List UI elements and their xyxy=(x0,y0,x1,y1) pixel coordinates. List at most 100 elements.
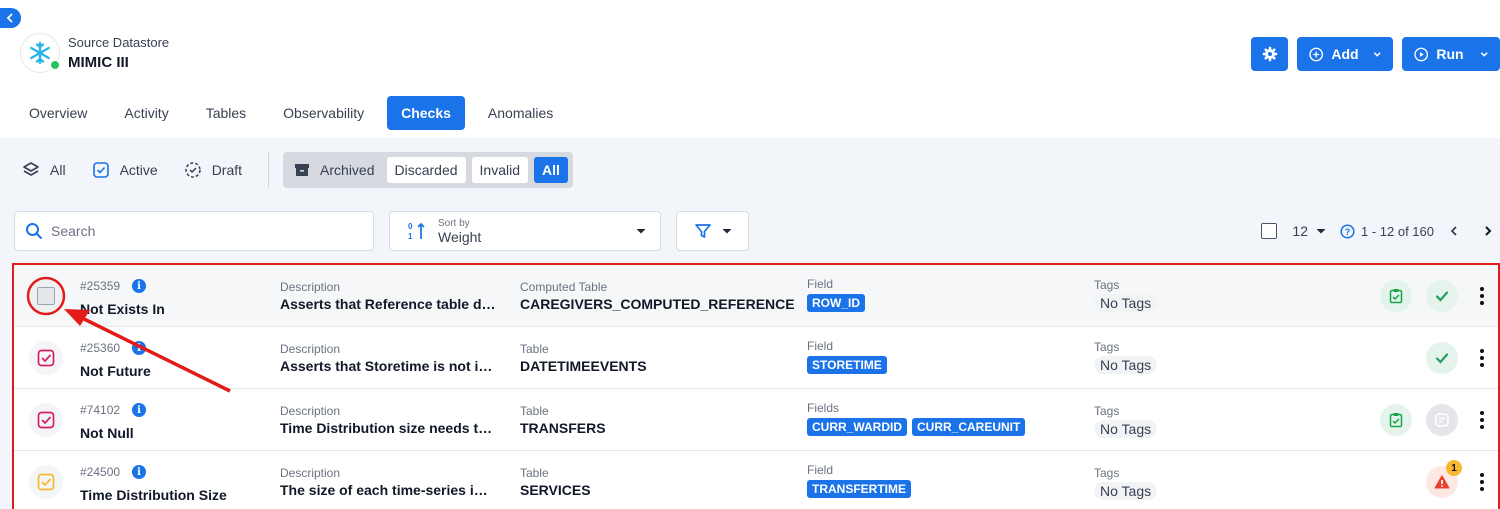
filter-button[interactable] xyxy=(676,211,749,251)
tab-checks[interactable]: Checks xyxy=(387,96,465,130)
more-options-icon[interactable] xyxy=(1480,473,1484,491)
anomaly-button[interactable]: 1 xyxy=(1426,460,1462,498)
check-name: Not Exists In xyxy=(80,301,165,317)
tags-value: No Tags xyxy=(1094,294,1158,312)
chevron-down-icon xyxy=(1480,52,1488,57)
tags-label: Tags xyxy=(1094,340,1120,354)
tags-value: No Tags xyxy=(1094,482,1158,500)
caret-down-icon xyxy=(1316,229,1326,234)
more-options-icon[interactable] xyxy=(1480,287,1484,305)
tags-label: Tags xyxy=(1094,278,1120,292)
validate-button[interactable] xyxy=(1380,280,1412,312)
field-label: Field xyxy=(807,463,834,477)
filter-all-label: All xyxy=(50,162,66,178)
help-icon: ? xyxy=(1340,223,1355,239)
table-row[interactable]: #25360 i Not Future Description Asserts th… xyxy=(14,327,1498,389)
filter-draft[interactable]: Draft xyxy=(184,161,242,179)
filter-archived[interactable]: Archived xyxy=(288,162,380,178)
check-type-icon-wrap xyxy=(29,403,63,437)
plus-circle-icon xyxy=(1309,47,1324,61)
add-button[interactable]: Add xyxy=(1297,37,1393,71)
filter-archived-all[interactable]: All xyxy=(534,157,568,183)
checkmark-icon xyxy=(1435,353,1449,364)
table-row[interactable]: #74102 i Not Null Description Time Distrib… xyxy=(14,389,1498,451)
filter-icon xyxy=(694,224,711,238)
check-name: Not Future xyxy=(80,363,151,379)
select-all-checkbox[interactable] xyxy=(1261,223,1278,239)
filter-discarded[interactable]: Discarded xyxy=(386,157,466,183)
filter-active-label: Active xyxy=(119,162,158,178)
settings-button[interactable] xyxy=(1251,37,1288,71)
field-chip: CURR_WARDID xyxy=(807,418,907,436)
datastore-type: Source Datastore xyxy=(68,35,170,50)
description-value: Asserts that Reference table doe... xyxy=(280,296,496,312)
table-value: SERVICES xyxy=(520,482,591,498)
more-options-icon[interactable] xyxy=(1480,349,1484,367)
page-range-text: 1 - 12 of 160 xyxy=(1361,223,1434,239)
table-row[interactable]: #24500 i Time Distribution Size Descripti… xyxy=(14,451,1498,509)
tab-anomalies[interactable]: Anomalies xyxy=(474,96,567,130)
per-page-select[interactable]: 12 xyxy=(1292,223,1326,239)
filter-draft-label: Draft xyxy=(211,162,243,178)
tags-value: No Tags xyxy=(1094,420,1158,438)
description-label: Description xyxy=(280,404,341,418)
clipboard-check-icon xyxy=(1389,413,1403,428)
run-button-label: Run xyxy=(1436,46,1464,62)
check-id: #25360 xyxy=(80,341,121,355)
more-options-icon[interactable] xyxy=(1480,411,1484,429)
prev-page-icon[interactable] xyxy=(1448,225,1460,237)
status-draft-button[interactable] xyxy=(1426,404,1458,436)
caret-down-icon xyxy=(722,229,731,234)
check-type-icon-wrap xyxy=(29,341,63,375)
info-icon[interactable]: i xyxy=(132,341,147,355)
tags-label: Tags xyxy=(1094,466,1120,480)
table-value: DATETIMEEVENTS xyxy=(520,358,647,374)
info-icon[interactable]: i xyxy=(132,465,147,479)
row-select[interactable] xyxy=(29,279,63,313)
sidebar-collapse-button[interactable] xyxy=(0,8,21,28)
status-ok-button[interactable] xyxy=(1426,342,1458,374)
search-box xyxy=(14,211,374,251)
layers-icon xyxy=(23,162,39,176)
gear-icon xyxy=(1262,46,1277,62)
filter-invalid[interactable]: Invalid xyxy=(471,157,528,183)
tab-activity[interactable]: Activity xyxy=(110,96,182,130)
filter-active[interactable]: Active xyxy=(92,161,158,179)
tab-overview[interactable]: Overview xyxy=(15,96,101,130)
info-icon[interactable]: i xyxy=(132,279,147,293)
description-value: Asserts that Storetime is not in fu... xyxy=(280,358,496,374)
pagination: 12 ? 1 - 12 of 160 xyxy=(1261,220,1494,242)
table-label: Computed Table xyxy=(520,280,608,294)
check-id: #25359 xyxy=(80,279,121,293)
status-ok-button[interactable] xyxy=(1426,280,1458,312)
field-chip: CURR_CAREUNIT xyxy=(912,418,1026,436)
check-id: #74102 xyxy=(80,403,121,417)
info-icon[interactable]: i xyxy=(132,403,147,417)
description-value: Time Distribution size needs to be... xyxy=(280,420,496,436)
run-button[interactable]: Run xyxy=(1402,37,1500,71)
search-input[interactable] xyxy=(51,223,351,239)
page-range: ? 1 - 12 of 160 xyxy=(1340,224,1434,239)
validate-button[interactable] xyxy=(1380,404,1412,436)
svg-text:0: 0 xyxy=(408,222,413,231)
play-circle-icon xyxy=(1414,47,1429,61)
next-page-icon[interactable] xyxy=(1482,225,1494,237)
warning-icon xyxy=(1434,475,1450,489)
row-checkbox[interactable] xyxy=(37,287,55,305)
tab-observability[interactable]: Observability xyxy=(269,96,378,130)
table-value: CAREGIVERS_COMPUTED_REFERENCE xyxy=(520,296,795,312)
checkmark-icon xyxy=(1435,291,1449,302)
table-row[interactable]: #25359 i Not Exists In Description Asserts… xyxy=(14,265,1498,327)
sort-select[interactable]: 0 1 Sort by Weight xyxy=(389,211,661,251)
table-label: Table xyxy=(520,404,549,418)
table-label: Table xyxy=(520,466,549,480)
svg-text:?: ? xyxy=(1345,227,1351,237)
chevron-left-icon xyxy=(6,13,12,23)
filter-all[interactable]: All xyxy=(22,161,66,179)
field-chip: STORETIME xyxy=(807,356,887,374)
field-label: Field xyxy=(807,339,834,353)
tags-label: Tags xyxy=(1094,404,1120,418)
tab-tables[interactable]: Tables xyxy=(192,96,260,130)
description-label: Description xyxy=(280,342,341,356)
description-label: Description xyxy=(280,280,341,294)
